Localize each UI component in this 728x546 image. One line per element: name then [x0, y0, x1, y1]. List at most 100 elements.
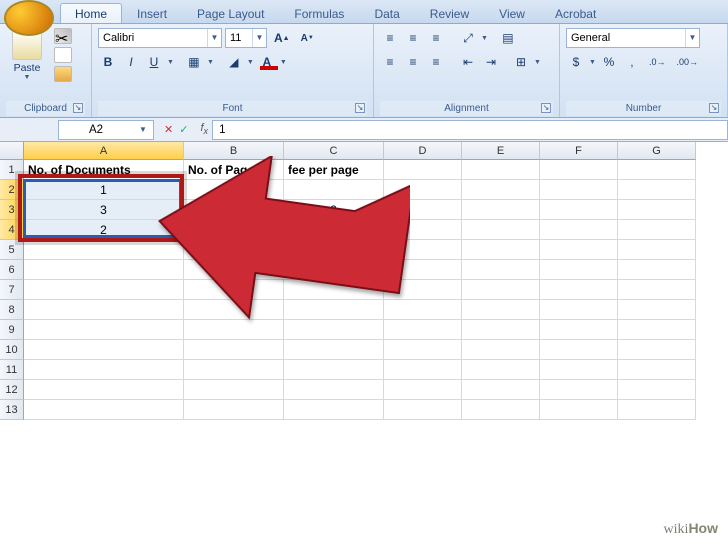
- tab-insert[interactable]: Insert: [122, 3, 182, 23]
- cell[interactable]: [462, 380, 540, 400]
- cell[interactable]: [618, 160, 696, 180]
- tab-data[interactable]: Data: [359, 3, 414, 23]
- cell[interactable]: [384, 360, 462, 380]
- align-bottom-button[interactable]: ≡: [426, 28, 446, 48]
- row-header[interactable]: 3: [0, 200, 24, 220]
- cell[interactable]: [618, 300, 696, 320]
- cell[interactable]: [184, 400, 284, 420]
- font-name-combo[interactable]: ▼: [98, 28, 222, 48]
- cell[interactable]: [462, 160, 540, 180]
- column-header[interactable]: G: [618, 142, 696, 160]
- cell[interactable]: [618, 340, 696, 360]
- cell[interactable]: [384, 340, 462, 360]
- cell[interactable]: [462, 340, 540, 360]
- align-center-button[interactable]: ≡: [403, 52, 423, 72]
- cell[interactable]: [462, 300, 540, 320]
- underline-button[interactable]: U: [144, 52, 164, 72]
- tab-page-layout[interactable]: Page Layout: [182, 3, 279, 23]
- name-box[interactable]: ▼: [58, 120, 154, 140]
- cell[interactable]: [540, 240, 618, 260]
- fill-color-button[interactable]: ◢: [224, 52, 244, 72]
- merge-center-button[interactable]: ⊞: [511, 52, 531, 72]
- orientation-button[interactable]: ⤢: [458, 28, 478, 48]
- cell[interactable]: [540, 280, 618, 300]
- row-header[interactable]: 2: [0, 180, 24, 200]
- cell[interactable]: [384, 400, 462, 420]
- cell[interactable]: [540, 360, 618, 380]
- align-right-button[interactable]: ≡: [426, 52, 446, 72]
- cell[interactable]: [462, 220, 540, 240]
- cell[interactable]: [284, 340, 384, 360]
- chevron-down-icon[interactable]: ▼: [133, 125, 153, 134]
- row-header[interactable]: 4: [0, 220, 24, 240]
- row-header[interactable]: 11: [0, 360, 24, 380]
- cell[interactable]: [540, 260, 618, 280]
- cell[interactable]: [618, 360, 696, 380]
- cell[interactable]: [618, 260, 696, 280]
- cell[interactable]: [24, 360, 184, 380]
- cell[interactable]: [540, 300, 618, 320]
- cell[interactable]: [540, 160, 618, 180]
- alignment-dialog-launcher[interactable]: ↘: [541, 103, 551, 113]
- cell[interactable]: [462, 260, 540, 280]
- cell[interactable]: [184, 360, 284, 380]
- cell[interactable]: [618, 280, 696, 300]
- bold-button[interactable]: B: [98, 52, 118, 72]
- tab-review[interactable]: Review: [415, 3, 484, 23]
- cell[interactable]: [284, 400, 384, 420]
- align-top-button[interactable]: ≡: [380, 28, 400, 48]
- grow-font-button[interactable]: A▲: [270, 28, 294, 48]
- row-header[interactable]: 9: [0, 320, 24, 340]
- row-header[interactable]: 12: [0, 380, 24, 400]
- office-button[interactable]: [4, 0, 54, 36]
- row-header[interactable]: 1: [0, 160, 24, 180]
- worksheet-grid[interactable]: ABCDEFG 1No. of DocumentsNo. of Pagesfee…: [0, 142, 728, 420]
- cell[interactable]: [184, 340, 284, 360]
- row-header[interactable]: 10: [0, 340, 24, 360]
- cell[interactable]: [540, 200, 618, 220]
- currency-button[interactable]: $: [566, 52, 586, 72]
- formula-bar-input[interactable]: [212, 120, 728, 140]
- cell[interactable]: [618, 220, 696, 240]
- cell[interactable]: [618, 180, 696, 200]
- cell[interactable]: [462, 180, 540, 200]
- cell[interactable]: [24, 380, 184, 400]
- cell[interactable]: [540, 180, 618, 200]
- cell[interactable]: [184, 380, 284, 400]
- select-all-corner[interactable]: [0, 142, 24, 160]
- fx-icon[interactable]: fx: [200, 122, 208, 136]
- enter-formula-icon[interactable]: ✓: [179, 123, 188, 136]
- cell[interactable]: [540, 220, 618, 240]
- cell[interactable]: [284, 360, 384, 380]
- row-header[interactable]: 8: [0, 300, 24, 320]
- increase-indent-button[interactable]: ⇥: [481, 52, 501, 72]
- cell[interactable]: [540, 400, 618, 420]
- cell[interactable]: [618, 320, 696, 340]
- wrap-text-button[interactable]: ▤: [498, 28, 518, 48]
- tab-home[interactable]: Home: [60, 3, 122, 23]
- shrink-font-button[interactable]: A▼: [297, 28, 318, 48]
- font-dialog-launcher[interactable]: ↘: [355, 103, 365, 113]
- cell[interactable]: [540, 320, 618, 340]
- row-header[interactable]: 7: [0, 280, 24, 300]
- comma-button[interactable]: ,: [622, 52, 642, 72]
- cell[interactable]: [540, 340, 618, 360]
- tab-formulas[interactable]: Formulas: [279, 3, 359, 23]
- number-format-combo[interactable]: ▼: [566, 28, 700, 48]
- border-button[interactable]: ▦: [184, 52, 204, 72]
- clipboard-dialog-launcher[interactable]: ↘: [73, 103, 83, 113]
- align-middle-button[interactable]: ≡: [403, 28, 423, 48]
- cell[interactable]: [462, 400, 540, 420]
- copy-icon[interactable]: [54, 47, 72, 63]
- row-header[interactable]: 5: [0, 240, 24, 260]
- cancel-formula-icon[interactable]: ✕: [164, 123, 173, 136]
- italic-button[interactable]: I: [121, 52, 141, 72]
- cell[interactable]: [462, 360, 540, 380]
- column-header[interactable]: F: [540, 142, 618, 160]
- decrease-decimal-button[interactable]: .00→: [672, 52, 702, 72]
- increase-decimal-button[interactable]: .0→: [645, 52, 670, 72]
- row-header[interactable]: 13: [0, 400, 24, 420]
- row-header[interactable]: 6: [0, 260, 24, 280]
- cell[interactable]: [618, 380, 696, 400]
- format-painter-icon[interactable]: [54, 66, 72, 82]
